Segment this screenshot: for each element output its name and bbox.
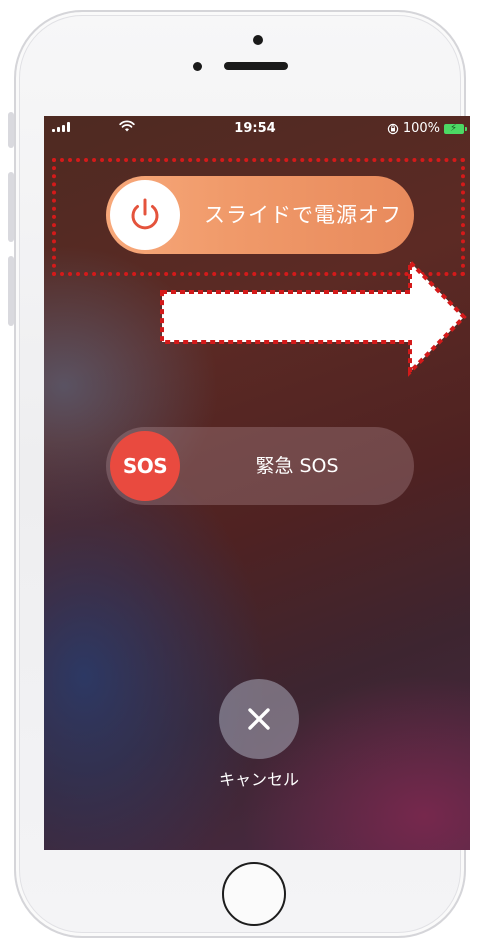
orientation-lock-icon bbox=[387, 123, 399, 134]
close-icon bbox=[248, 708, 270, 730]
cancel-button[interactable] bbox=[219, 679, 299, 759]
cancel-label: キャンセル bbox=[218, 770, 299, 789]
status-bar: 19:54 100% ⚡ bbox=[44, 116, 470, 142]
sos-slider-knob[interactable]: SOS bbox=[110, 431, 180, 501]
front-camera bbox=[253, 35, 263, 45]
home-button[interactable] bbox=[222, 862, 286, 926]
sos-slider-label: 緊急 SOS bbox=[255, 455, 339, 477]
emergency-sos-slider[interactable]: SOS 緊急 SOS bbox=[106, 427, 414, 505]
mute-switch bbox=[8, 112, 14, 148]
volume-down-button bbox=[8, 256, 14, 326]
earpiece-speaker bbox=[224, 62, 288, 70]
volume-up-button bbox=[8, 172, 14, 242]
status-right-group: 100% ⚡ bbox=[387, 121, 467, 136]
proximity-sensor bbox=[193, 62, 202, 71]
arrow-right-icon bbox=[160, 257, 467, 377]
battery-percent: 100% bbox=[402, 121, 440, 136]
battery-charging-icon: ⚡ bbox=[444, 123, 467, 134]
